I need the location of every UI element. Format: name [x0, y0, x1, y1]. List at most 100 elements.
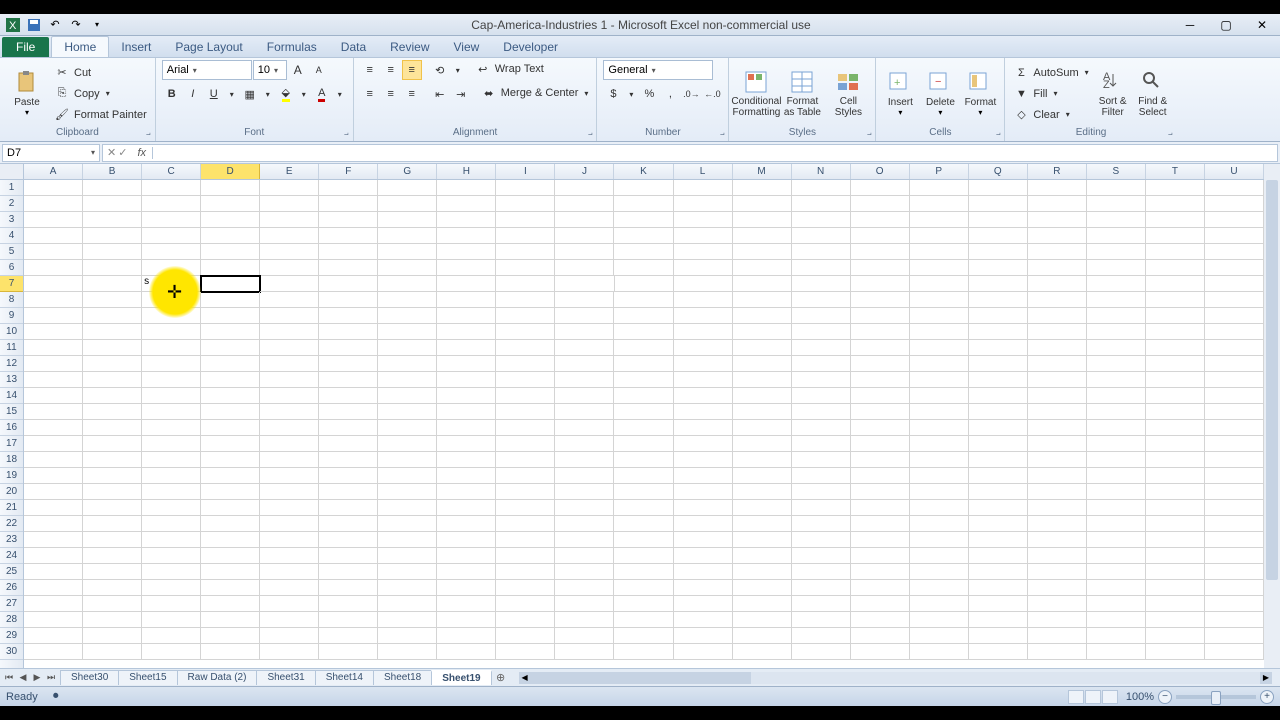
cell[interactable] [555, 244, 614, 260]
cell[interactable] [201, 356, 260, 372]
cell[interactable] [496, 452, 555, 468]
cell[interactable] [674, 644, 733, 660]
cell[interactable] [674, 580, 733, 596]
cell[interactable] [1205, 308, 1264, 324]
cell[interactable] [555, 404, 614, 420]
cell[interactable] [792, 644, 851, 660]
cell[interactable] [1028, 388, 1087, 404]
cell[interactable] [437, 356, 496, 372]
tab-home[interactable]: Home [51, 36, 109, 57]
cell[interactable] [260, 420, 319, 436]
cell[interactable] [260, 212, 319, 228]
cell[interactable] [851, 244, 910, 260]
cell[interactable] [792, 420, 851, 436]
cell[interactable] [319, 628, 378, 644]
cell[interactable] [142, 532, 201, 548]
cell[interactable] [437, 516, 496, 532]
cell[interactable] [851, 532, 910, 548]
underline-dropdown[interactable]: ▾ [225, 84, 239, 104]
cell[interactable] [910, 196, 969, 212]
sheet-tab[interactable]: Sheet30 [60, 670, 119, 685]
enter-fx-icon[interactable]: ✓ [118, 146, 127, 159]
cell[interactable] [1205, 260, 1264, 276]
cell[interactable] [792, 516, 851, 532]
cell[interactable] [437, 340, 496, 356]
cell[interactable] [24, 596, 83, 612]
cell[interactable] [792, 244, 851, 260]
cell[interactable] [969, 372, 1028, 388]
font-color-dropdown[interactable]: ▾ [333, 84, 347, 104]
cell[interactable] [1205, 500, 1264, 516]
cell[interactable] [83, 500, 142, 516]
cell[interactable] [1028, 436, 1087, 452]
cell[interactable] [1087, 516, 1146, 532]
cell[interactable] [260, 612, 319, 628]
cell[interactable] [1146, 292, 1205, 308]
sheet-nav-last[interactable]: ⏭ [44, 672, 58, 683]
cell[interactable] [1205, 292, 1264, 308]
cell[interactable] [674, 404, 733, 420]
cell[interactable] [83, 436, 142, 452]
cell[interactable] [201, 292, 260, 308]
cell[interactable] [910, 420, 969, 436]
cell[interactable] [1087, 388, 1146, 404]
cell[interactable] [1146, 260, 1205, 276]
cell[interactable] [851, 468, 910, 484]
cell[interactable] [496, 212, 555, 228]
cell[interactable] [496, 340, 555, 356]
cell[interactable] [378, 484, 437, 500]
cell[interactable] [319, 452, 378, 468]
cell[interactable] [674, 228, 733, 244]
cell[interactable] [142, 260, 201, 276]
hscroll-thumb[interactable] [531, 672, 751, 684]
cell[interactable] [1146, 628, 1205, 644]
cell[interactable] [614, 548, 673, 564]
cell[interactable] [496, 516, 555, 532]
cell[interactable] [496, 404, 555, 420]
cell[interactable] [319, 340, 378, 356]
tab-insert[interactable]: Insert [109, 37, 163, 57]
column-header[interactable]: S [1087, 164, 1146, 179]
cell[interactable] [1028, 356, 1087, 372]
format-as-table-button[interactable]: Format as Table [781, 63, 823, 125]
cell[interactable] [1146, 612, 1205, 628]
cell[interactable] [1205, 340, 1264, 356]
cell[interactable] [1028, 292, 1087, 308]
cell[interactable] [733, 292, 792, 308]
column-header[interactable]: F [319, 164, 378, 179]
cell[interactable] [201, 484, 260, 500]
cell[interactable] [1087, 580, 1146, 596]
cell[interactable] [437, 580, 496, 596]
cell[interactable] [1146, 548, 1205, 564]
sort-filter-button[interactable]: AZSort & Filter [1095, 63, 1131, 125]
cell[interactable] [1205, 596, 1264, 612]
cell[interactable] [555, 468, 614, 484]
cell[interactable] [319, 420, 378, 436]
cell[interactable] [792, 404, 851, 420]
cell[interactable] [24, 516, 83, 532]
cell[interactable] [851, 372, 910, 388]
cell[interactable] [969, 532, 1028, 548]
cell[interactable] [142, 500, 201, 516]
cell[interactable] [319, 324, 378, 340]
row-header[interactable]: 11 [0, 340, 23, 356]
cell[interactable] [437, 324, 496, 340]
cell[interactable] [24, 580, 83, 596]
cell[interactable] [260, 644, 319, 660]
cell[interactable] [614, 644, 673, 660]
cell[interactable] [555, 196, 614, 212]
cell[interactable] [614, 180, 673, 196]
cell[interactable] [201, 276, 260, 292]
cell[interactable] [1087, 292, 1146, 308]
cell[interactable] [1205, 388, 1264, 404]
cell[interactable] [260, 260, 319, 276]
cell[interactable] [555, 340, 614, 356]
file-tab[interactable]: File [2, 37, 49, 57]
cell[interactable] [851, 452, 910, 468]
cell[interactable] [201, 324, 260, 340]
cell[interactable] [496, 180, 555, 196]
cell[interactable] [1028, 452, 1087, 468]
cell[interactable] [733, 404, 792, 420]
cell[interactable] [496, 388, 555, 404]
cell[interactable] [555, 532, 614, 548]
